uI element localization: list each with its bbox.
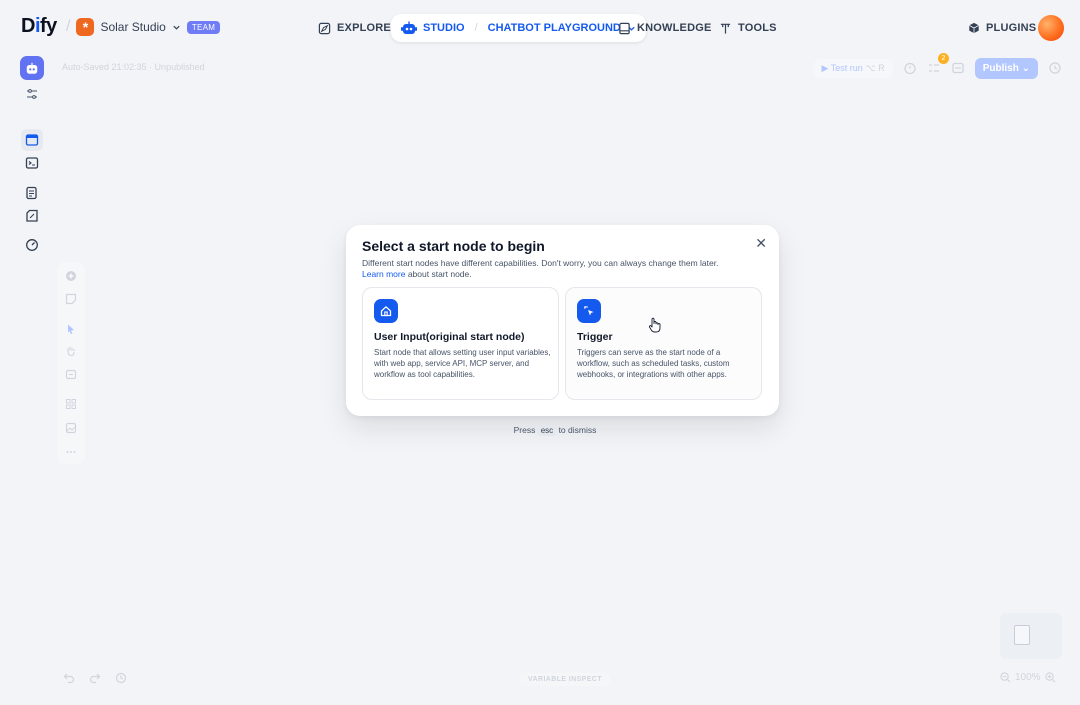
chevron-down-icon: ⌄ (1021, 62, 1030, 74)
modal-description: Different start nodes have different cap… (362, 258, 719, 279)
top-navigation: Dify / * Solar Studio TEAM EXPLORE STUDI… (0, 0, 1080, 56)
separator: / (66, 18, 71, 35)
zoom-in-icon[interactable] (1044, 672, 1056, 683)
hand-icon[interactable] (65, 345, 77, 357)
workspace-switcher[interactable]: / * Solar Studio TEAM (66, 18, 221, 36)
test-run-button[interactable]: ▶ Test run ⌥ R (813, 58, 893, 78)
variable-inspect-button[interactable]: VARIABLE INSPECT (520, 673, 610, 686)
nav-plugins[interactable]: PLUGINS (968, 16, 1036, 40)
hammer-icon (720, 23, 731, 34)
monitoring-icon[interactable] (25, 238, 39, 252)
publish-button[interactable]: Publish ⌄ (974, 57, 1038, 79)
minimap-node (1014, 625, 1030, 645)
annotation-icon[interactable] (25, 209, 39, 223)
cube-icon (969, 22, 979, 34)
play-icon: ▶ (821, 62, 829, 73)
app-sidebar (12, 50, 52, 690)
card-description: Start node that allows setting user inpu… (374, 348, 551, 379)
more-icon[interactable] (65, 446, 77, 458)
modal-title: Select a start node to begin (362, 238, 545, 254)
workspace-icon: * (76, 18, 95, 36)
compass-icon (318, 22, 331, 34)
nav-studio[interactable]: STUDIO / CHATBOT PLAYGROUND (391, 14, 646, 42)
nav-explore[interactable]: EXPLORE (318, 16, 391, 40)
dify-logo[interactable]: Dify (21, 15, 57, 38)
book-icon (619, 22, 630, 34)
card-title: User Input(original start node) (374, 331, 525, 343)
note-icon[interactable] (65, 293, 77, 305)
history-icon[interactable] (115, 672, 127, 684)
hand-pointer-icon (649, 317, 661, 333)
zoom-controls: 100% (1000, 672, 1056, 683)
sliders-icon[interactable] (25, 87, 39, 101)
pointer-icon[interactable] (65, 323, 77, 335)
features-icon[interactable] (951, 61, 965, 75)
dismiss-hint: Press esc to dismiss (513, 425, 597, 436)
cursor-click-icon (577, 299, 601, 323)
layout-icon[interactable] (65, 398, 77, 410)
zoom-level[interactable]: 100% (1015, 672, 1041, 683)
terminal-icon[interactable] (25, 156, 39, 170)
avatar[interactable] (1038, 15, 1064, 41)
separator: / (474, 22, 478, 34)
history-icon[interactable] (1048, 61, 1062, 75)
zoom-out-icon[interactable] (1000, 672, 1011, 683)
autosave-status: Auto-Saved 21:02:35 · Unpublished (62, 62, 205, 72)
comment-icon[interactable] (65, 369, 77, 381)
robot-icon (26, 62, 38, 74)
workspace-name: Solar Studio (100, 20, 166, 34)
esc-key: esc (537, 425, 557, 436)
learn-more-link[interactable]: Learn more (362, 269, 405, 279)
app-name[interactable]: CHATBOT PLAYGROUND (488, 22, 621, 34)
team-badge: TEAM (186, 20, 221, 34)
minimap[interactable] (1000, 613, 1062, 659)
robot-icon (401, 21, 417, 34)
start-node-modal: ✕ Select a start node to begin Different… (346, 225, 779, 416)
card-description: Triggers can serve as the start node of … (577, 348, 730, 379)
checklist-count-badge: 2 (938, 53, 949, 64)
nav-tools[interactable]: TOOLS (719, 16, 777, 40)
timer-icon[interactable] (903, 61, 917, 75)
undo-redo-controls (63, 672, 127, 684)
chevron-down-icon (173, 25, 180, 30)
logs-icon[interactable] (25, 186, 39, 200)
checklist-icon[interactable] (927, 61, 941, 75)
close-icon[interactable]: ✕ (755, 235, 767, 252)
trigger-option-card[interactable]: Trigger Triggers can serve as the start … (565, 287, 762, 400)
window-icon[interactable] (25, 133, 39, 147)
home-icon (374, 299, 398, 323)
add-node-icon[interactable] (65, 270, 77, 282)
nav-studio-label: STUDIO (423, 22, 465, 34)
user-input-option-card[interactable]: User Input(original start node) Start no… (362, 287, 559, 400)
app-icon[interactable] (20, 56, 44, 80)
redo-icon[interactable] (89, 672, 101, 684)
card-title: Trigger (577, 331, 613, 343)
nav-knowledge[interactable]: KNOWLEDGE (618, 16, 712, 40)
undo-icon[interactable] (63, 672, 75, 684)
